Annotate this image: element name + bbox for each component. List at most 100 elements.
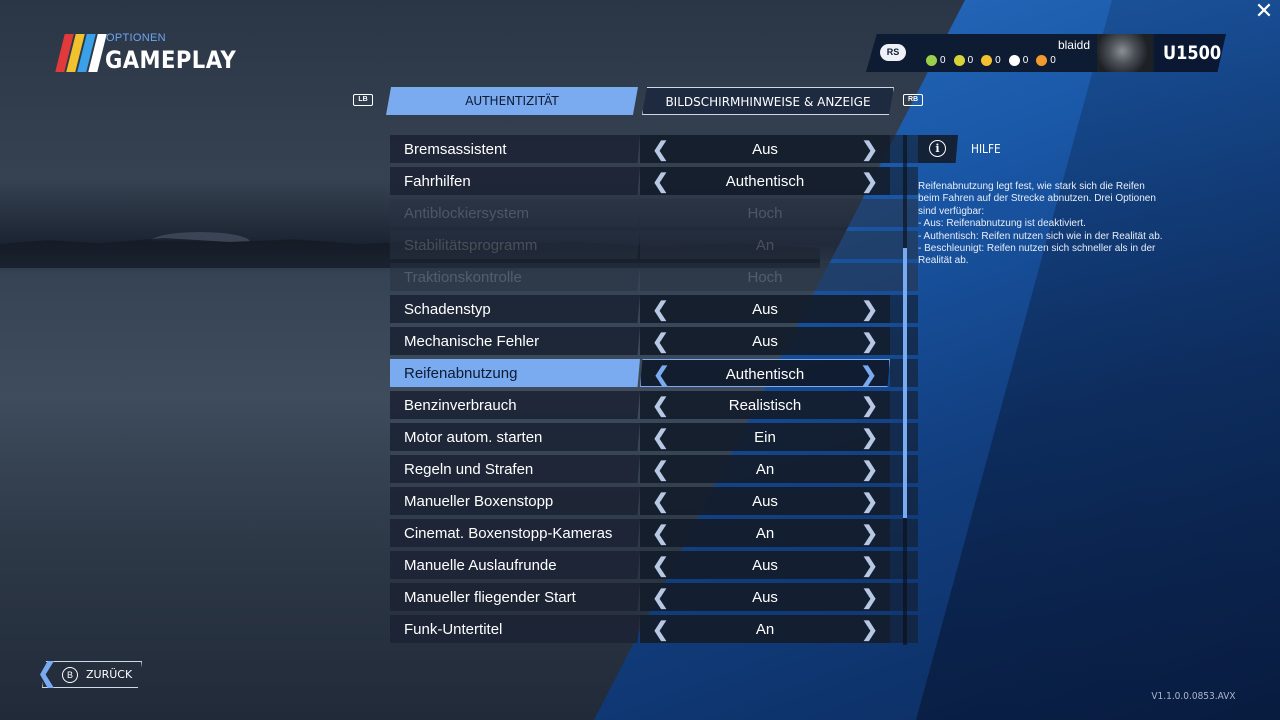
setting-label: Antiblockiersystem [404,205,530,222]
setting-row[interactable]: Regeln und Strafen ❮ An ❯ [390,455,918,483]
setting-label: Motor autom. starten [404,429,543,446]
chevron-right-icon[interactable]: ❯ [861,457,878,482]
stat-value: 0 [995,55,1001,66]
setting-value-selector[interactable]: ❮ An ❯ [640,455,890,483]
chevron-right-icon[interactable]: ❯ [861,169,878,194]
setting-row[interactable]: Bremsassistent ❮ Aus ❯ [390,135,918,163]
chevron-right-icon[interactable]: ❯ [861,329,878,354]
setting-label-cell: Manuelle Auslaufrunde [390,551,640,579]
lb-bumper-icon[interactable]: LB [353,94,373,106]
close-icon[interactable]: ✕ [1248,0,1280,32]
setting-row: Antiblockiersystem ❮Hoch❯ [390,199,918,227]
chevron-right-icon[interactable]: ❯ [860,362,877,387]
medal-icon [981,55,993,66]
setting-value-selector[interactable]: ❮ An ❯ [640,615,890,643]
setting-value: An [755,237,775,254]
tab-bildschirmhinweise[interactable]: BILDSCHIRMHINWEISE & ANZEIGE [642,87,894,115]
setting-row[interactable]: Motor autom. starten ❮ Ein ❯ [390,423,918,451]
setting-row[interactable]: Fahrhilfen ❮ Authentisch ❯ [390,167,918,195]
setting-value-selector[interactable]: ❮ Ein ❯ [640,423,890,451]
help-title: HILFE [971,142,1001,156]
setting-label-cell: Manueller fliegender Start [390,583,640,611]
stat-value: 0 [1022,55,1029,66]
setting-value: Aus [752,589,778,606]
section-label: OPTIONEN [106,32,166,44]
wheel-icon [1036,55,1048,66]
setting-value: Aus [752,493,778,510]
setting-value-selector[interactable]: ❮ Aus ❯ [640,327,890,355]
setting-row[interactable]: Mechanische Fehler ❮ Aus ❯ [390,327,918,355]
chevron-right-icon[interactable]: ❯ [861,489,878,514]
setting-value-selector[interactable]: ❮ Authentisch ❯ [640,359,890,387]
setting-row[interactable]: Funk-Untertitel ❮ An ❯ [390,615,918,643]
setting-label-cell: Funk-Untertitel [390,615,640,643]
setting-label: Benzinverbrauch [404,397,517,414]
setting-label-cell: Regeln und Strafen [390,455,640,483]
setting-value-selector[interactable]: ❮ Aus ❯ [640,583,890,611]
setting-row[interactable]: Manueller fliegender Start ❮ Aus ❯ [390,583,918,611]
setting-value: Realistisch [728,397,802,414]
setting-value: Aus [752,301,778,318]
setting-label-cell: Traktionskontrolle [390,263,640,291]
setting-label-cell: Mechanische Fehler [390,327,640,355]
setting-label-cell: Stabilitätsprogramm [390,231,640,259]
setting-label-cell: Antiblockiersystem [390,199,640,227]
setting-label-cell: Manueller Boxenstopp [390,487,640,515]
helmet-icon [1008,55,1020,66]
setting-label: Bremsassistent [404,141,507,158]
chevron-right-icon[interactable]: ❯ [861,521,878,546]
setting-value-selector[interactable]: ❮ An ❯ [640,519,890,547]
help-panel-icon: i [918,135,958,163]
profile-stats: 0 0 0 0 0 [926,55,1056,66]
chevron-right-icon[interactable]: ❯ [861,585,878,610]
setting-value: Aus [752,141,778,158]
stat-value: 0 [967,55,974,66]
setting-label: Fahrhilfen [404,173,471,190]
stat-item: 0 [1008,55,1029,66]
setting-value: Authentisch [725,366,805,383]
setting-label: Manueller Boxenstopp [404,493,554,510]
game-logo [54,34,107,72]
setting-label-cell: Schadenstyp [390,295,640,323]
setting-row[interactable]: Benzinverbrauch ❮ Realistisch ❯ [390,391,918,419]
chevron-right-icon[interactable]: ❯ [861,425,878,450]
setting-label: Regeln und Strafen [404,461,534,478]
scrollbar-thumb[interactable] [903,248,907,518]
chevron-right-icon[interactable]: ❯ [861,617,878,642]
setting-row[interactable]: Manueller Boxenstopp ❮ Aus ❯ [390,487,918,515]
stat-value: 0 [940,55,946,66]
setting-label: Traktionskontrolle [404,269,522,286]
chevron-right-icon[interactable]: ❯ [861,393,878,418]
stat-value: 0 [1050,55,1056,66]
chevron-right-icon[interactable]: ❯ [861,137,878,162]
setting-label-cell: Bremsassistent [390,135,640,163]
stat-item: 0 [1036,55,1056,66]
setting-label: Cinemat. Boxenstopp-Kameras [404,525,613,542]
tab-authentizitaet[interactable]: AUTHENTIZITÄT [386,87,638,115]
setting-row[interactable]: Manuelle Auslaufrunde ❮ Aus ❯ [390,551,918,579]
setting-label: Funk-Untertitel [404,621,503,638]
setting-value-selector[interactable]: ❮ Realistisch ❯ [640,391,890,419]
setting-value-selector[interactable]: ❮ Aus ❯ [640,295,890,323]
info-icon: i [929,140,946,157]
setting-value: Authentisch [725,173,805,190]
setting-label: Stabilitätsprogramm [404,237,538,254]
setting-value: Aus [752,333,778,350]
setting-row[interactable]: Schadenstyp ❮ Aus ❯ [390,295,918,323]
setting-row: Stabilitätsprogramm ❮An❯ [390,231,918,259]
setting-row[interactable]: Cinemat. Boxenstopp-Kameras ❮ An ❯ [390,519,918,547]
help-text: Reifenabnutzung legt fest, wie stark sic… [918,181,1163,267]
chevron-right-icon[interactable]: ❯ [861,553,878,578]
setting-value: Hoch [747,269,783,286]
chevron-right-icon[interactable]: ❯ [861,297,878,322]
setting-value-selector[interactable]: ❮ Aus ❯ [640,135,890,163]
setting-value-selector[interactable]: ❮ Aus ❯ [640,487,890,515]
page-title: GAMEPLAY [105,46,237,74]
setting-value-selector[interactable]: ❮ Aus ❯ [640,551,890,579]
rb-bumper-icon[interactable]: RB [903,94,923,106]
setting-row[interactable]: Reifenabnutzung ❮ Authentisch ❯ [390,359,918,387]
setting-value: Aus [752,557,778,574]
setting-value-selector[interactable]: ❮ Authentisch ❯ [640,167,890,195]
stat-item: 0 [926,55,946,66]
trophy-icon [953,55,965,66]
